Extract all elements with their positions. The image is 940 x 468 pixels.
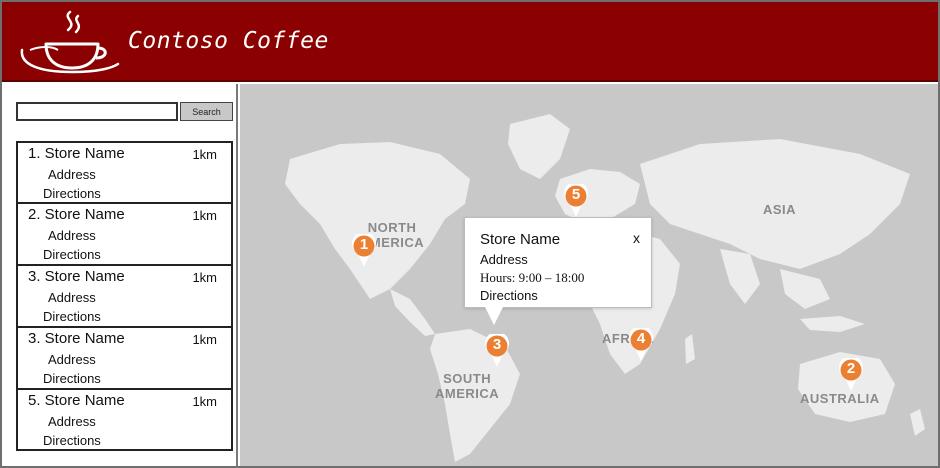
popup-directions-link[interactable]: Directions — [480, 288, 538, 303]
store-sidebar: Search 1. Store Name 1km Address Directi… — [2, 84, 238, 466]
map-pin-5[interactable]: 5 — [564, 181, 588, 218]
store-address: Address — [48, 167, 96, 182]
map-pin-label: 2 — [846, 360, 856, 377]
brand-name: Contoso Coffee — [128, 28, 329, 54]
map-pin-1[interactable]: 1 — [352, 231, 376, 268]
store-directions-link[interactable]: Directions — [43, 433, 101, 448]
map-pin-2[interactable]: 2 — [839, 355, 863, 392]
map-pin-3[interactable]: 3 — [485, 331, 509, 368]
app-header: Contoso Coffee — [2, 2, 938, 82]
coffee-cup-icon — [20, 10, 120, 74]
store-directions-link[interactable]: Directions — [43, 371, 101, 386]
popup-close-button[interactable]: x — [633, 230, 640, 246]
popup-store-name: Store Name — [480, 231, 561, 248]
world-map[interactable]: NORTH AMERICA SOUTH AMERICA ASIA AFRICA … — [240, 84, 938, 466]
store-list-item[interactable]: 2. Store Name 1km Address Directions — [16, 203, 233, 265]
store-directions-link[interactable]: Directions — [43, 247, 101, 262]
store-distance: 1km — [192, 270, 217, 285]
map-label-south-america: SOUTH AMERICA — [435, 371, 500, 401]
store-address: Address — [48, 228, 96, 243]
map-pin-label: 4 — [636, 330, 646, 347]
search-button[interactable]: Search — [180, 102, 233, 121]
store-address: Address — [48, 290, 96, 305]
popup-address: Address — [480, 252, 528, 267]
store-distance: 1km — [192, 147, 217, 162]
store-list-item[interactable]: 3. Store Name 1km Address Directions — [16, 327, 233, 389]
store-distance: 1km — [192, 332, 217, 347]
store-name: 2. Store Name — [28, 206, 125, 223]
store-distance: 1km — [192, 208, 217, 223]
store-list-item[interactable]: 5. Store Name 1km Address Directions — [16, 389, 233, 451]
map-pin-label: 1 — [359, 236, 369, 253]
map-pin-4[interactable]: 4 — [629, 325, 653, 362]
store-address: Address — [48, 414, 96, 429]
store-list-item[interactable]: 3. Store Name 1km Address Directions — [16, 265, 233, 327]
store-name: 1. Store Name — [28, 145, 125, 162]
store-distance: 1km — [192, 394, 217, 409]
store-name: 5. Store Name — [28, 392, 125, 409]
store-list-item[interactable]: 1. Store Name 1km Address Directions — [16, 141, 233, 203]
store-directions-link[interactable]: Directions — [43, 309, 101, 324]
store-address: Address — [48, 352, 96, 367]
store-name: 3. Store Name — [28, 330, 125, 347]
store-name: 3. Store Name — [28, 268, 125, 285]
store-directions-link[interactable]: Directions — [43, 186, 101, 201]
map-label-australia: AUSTRALIA — [800, 391, 880, 406]
store-info-popup: Store Name x Address Hours: 9:00 – 18:00… — [464, 217, 652, 325]
popup-pointer — [485, 307, 503, 325]
search-input[interactable] — [16, 102, 178, 121]
map-pin-label: 5 — [571, 186, 581, 203]
popup-hours: Hours: 9:00 – 18:00 — [480, 270, 585, 285]
store-list: 1. Store Name 1km Address Directions 2. … — [16, 141, 233, 451]
map-pin-label: 3 — [492, 336, 502, 353]
map-label-asia: ASIA — [763, 202, 797, 217]
